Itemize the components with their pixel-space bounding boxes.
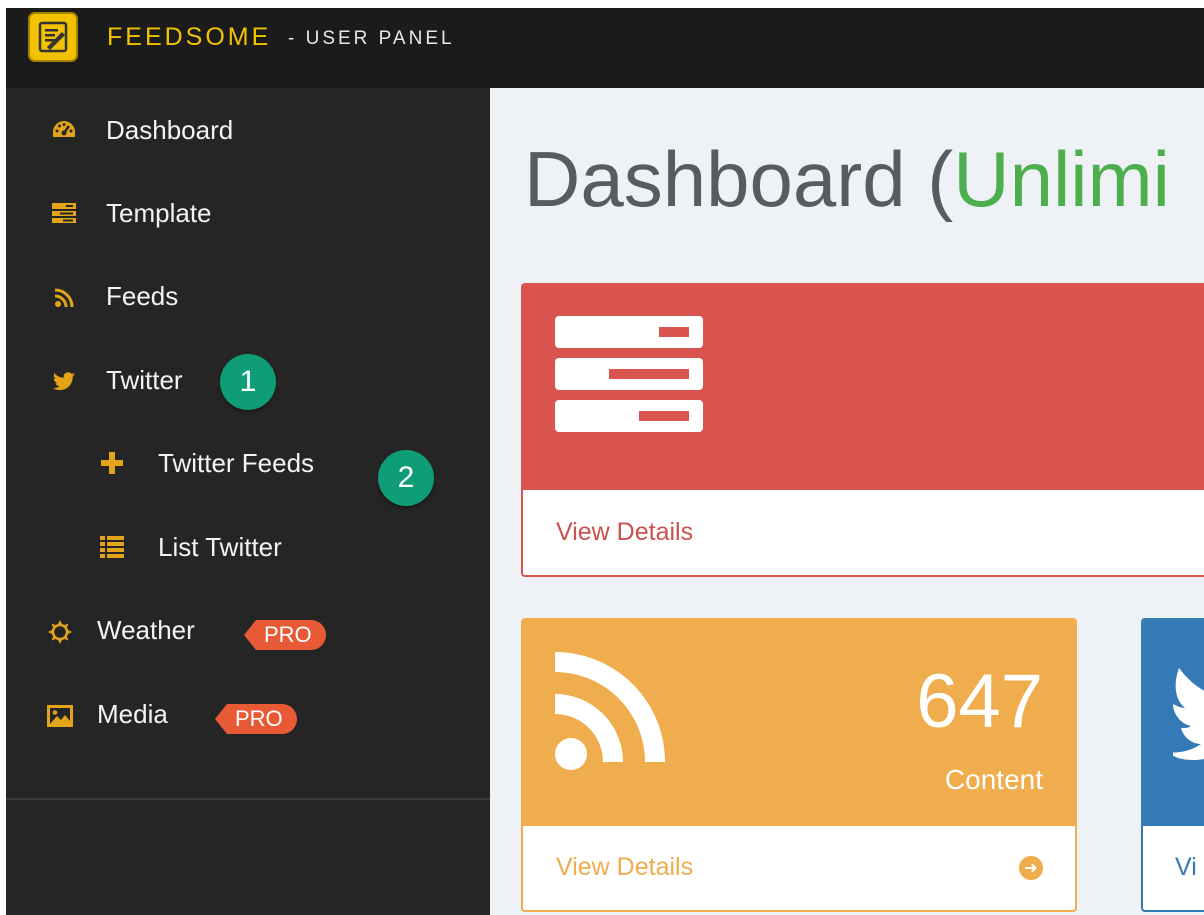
sidebar-item-label: Feeds xyxy=(106,281,179,311)
content-label: Content xyxy=(944,764,1043,795)
sidebar-item-label: Dashboard xyxy=(106,115,234,145)
sidebar-item-template[interactable]: Template xyxy=(6,193,490,233)
callout-badge-2: 2 xyxy=(378,450,434,506)
rss-icon xyxy=(554,652,673,775)
sidebar-item-feeds[interactable]: Feeds xyxy=(6,276,490,316)
view-details-link[interactable]: Vi xyxy=(1175,852,1197,882)
content-count: 647 xyxy=(916,659,1043,744)
panel-heading xyxy=(523,285,1204,490)
panel-heading xyxy=(1143,620,1204,826)
pro-badge: PRO xyxy=(215,704,297,734)
list-icon xyxy=(98,533,126,561)
view-details-link[interactable]: View Details xyxy=(556,517,693,547)
sidebar-item-dashboard[interactable]: Dashboard xyxy=(6,110,490,150)
logo-icon[interactable] xyxy=(28,12,78,62)
sidebar-item-label: Template xyxy=(106,198,212,228)
pro-badge-label: PRO xyxy=(256,620,326,650)
pro-badge: PRO xyxy=(244,620,326,650)
page-title-highlight: Unlimi xyxy=(953,135,1170,223)
sidebar-item-label: Media xyxy=(97,699,168,729)
pro-badge-label: PRO xyxy=(227,704,297,734)
twitter-icon xyxy=(1167,664,1204,769)
sidebar-item-label: Twitter Feeds xyxy=(158,448,315,478)
top-bar: FEEDSOME - USER PANEL xyxy=(6,8,1204,88)
pro-badge-tip xyxy=(215,704,227,734)
sidebar-item-label: Twitter xyxy=(106,365,183,395)
dashboard-icon xyxy=(50,116,78,144)
image-icon xyxy=(46,702,74,730)
twitter-icon xyxy=(50,368,78,396)
sidebar-item-label: List Twitter xyxy=(158,532,282,562)
brand-name: FEEDSOME xyxy=(107,23,272,51)
pro-badge-tip xyxy=(244,620,256,650)
app-window: FEEDSOME - USER PANEL Dashboard Template… xyxy=(6,8,1204,915)
panel-heading: 647 Content xyxy=(523,620,1075,826)
view-details-link[interactable]: View Details xyxy=(556,852,693,882)
plus-icon xyxy=(98,449,126,477)
template-icon xyxy=(50,199,78,227)
brand-suffix: - USER PANEL xyxy=(288,28,455,49)
page-title: Dashboard (Unlimi xyxy=(524,134,1170,224)
template-panel: View Details xyxy=(521,283,1204,577)
twitter-panel: Vi xyxy=(1141,618,1204,912)
sidebar-item-label: Weather xyxy=(97,615,195,645)
rss-icon xyxy=(50,284,78,312)
page-title-text: Dashboard ( xyxy=(524,135,954,223)
callout-badge-1: 1 xyxy=(220,354,276,410)
sidebar-divider xyxy=(6,798,490,800)
sun-icon xyxy=(46,618,74,646)
arrow-circle-right-icon[interactable]: ➜ xyxy=(1019,856,1043,880)
sidebar-subitem-list-twitter[interactable]: List Twitter xyxy=(6,527,490,567)
template-icon xyxy=(555,316,703,439)
sidebar: Dashboard Template Feeds Twitter 1 Twitt… xyxy=(6,88,490,915)
content-panel: 647 Content View Details ➜ xyxy=(521,618,1077,912)
main-content: Dashboard (Unlimi View Details 647 Conte… xyxy=(490,88,1204,915)
